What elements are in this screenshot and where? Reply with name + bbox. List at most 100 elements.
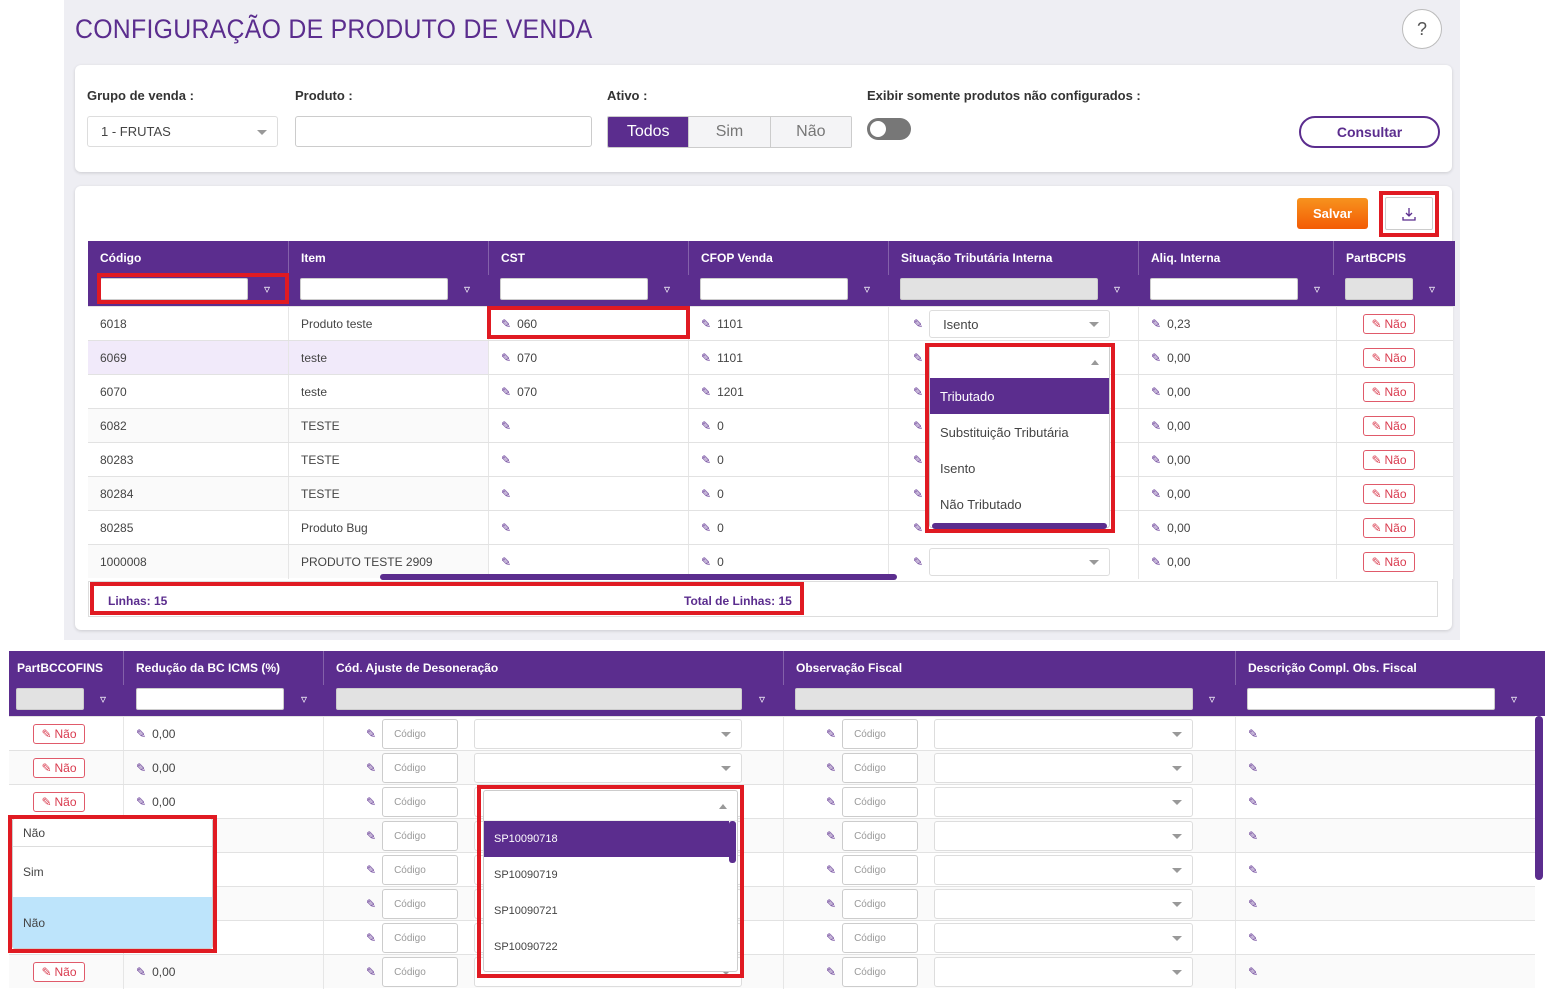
pencil-icon[interactable]: ✎ [1151,453,1161,467]
cell-cst[interactable]: ✎ [488,443,688,477]
cell-reducao[interactable]: ✎ 0,00 [123,955,323,989]
col-reducao[interactable]: Redução da BC ICMS (%) [123,651,323,685]
pencil-icon[interactable]: ✎ [1151,317,1161,331]
pencil-icon[interactable]: ✎ [826,761,836,775]
ajuste-select[interactable] [474,753,743,783]
cell-descricao[interactable]: ✎ [1235,751,1535,785]
cell-cst[interactable]: ✎ 060 [488,307,688,341]
partbcpis-button[interactable]: ✎ Não [1363,518,1415,538]
cell-aliq[interactable]: ✎ 0,00 [1138,443,1338,477]
pencil-icon[interactable]: ✎ [366,863,376,877]
exibir-toggle[interactable] [867,118,911,140]
pencil-icon[interactable]: ✎ [366,931,376,945]
partbcpis-button[interactable]: ✎ Não [1363,382,1415,402]
pencil-icon[interactable]: ✎ [701,351,711,365]
filter-icon[interactable]: ▿ [297,692,311,706]
pencil-icon[interactable]: ✎ [826,795,836,809]
ajuste-codigo-input[interactable]: Código [382,923,459,953]
vertical-scrollbar[interactable] [1535,716,1543,880]
dropdown-scrollbar[interactable] [729,821,736,863]
partbcpis-button[interactable]: ✎ Não [1363,314,1415,334]
observacao-codigo-input[interactable]: Código [842,787,919,817]
pencil-icon[interactable]: ✎ [826,931,836,945]
pencil-icon[interactable]: ✎ [501,453,511,467]
pencil-icon[interactable]: ✎ [701,555,711,569]
partbccofins-button[interactable]: ✎ Não [33,724,85,744]
ajuste-option[interactable]: SP10090718 [484,821,729,857]
pencil-icon[interactable]: ✎ [913,555,923,569]
filter-icon[interactable]: ▿ [1205,692,1219,706]
pencil-icon[interactable]: ✎ [1248,863,1258,877]
dropdown-scrollbar[interactable] [932,523,1107,529]
situacao-select[interactable] [929,548,1111,576]
observacao-codigo-input[interactable]: Código [842,889,919,919]
ajuste-option[interactable]: SP10090719 [484,857,737,893]
col-codigo[interactable]: Código [88,241,288,275]
cell-descricao[interactable]: ✎ [1235,819,1535,853]
pencil-icon[interactable]: ✎ [826,863,836,877]
situacao-option[interactable]: Tributado [930,378,1109,414]
pencil-icon[interactable]: ✎ [366,897,376,911]
col-partbccofins[interactable]: PartBCCOFINS [9,651,123,685]
pencil-icon[interactable]: ✎ [913,487,923,501]
filter-icon[interactable]: ▿ [1425,282,1439,296]
pencil-icon[interactable]: ✎ [366,965,376,979]
pencil-icon[interactable]: ✎ [701,453,711,467]
pencil-icon[interactable]: ✎ [501,419,511,433]
ajuste-codigo-input[interactable]: Código [382,855,459,885]
partbcpis-button[interactable]: ✎ Não [1363,484,1415,504]
col-item[interactable]: Item [288,241,488,275]
pencil-icon[interactable]: ✎ [501,351,511,365]
observacao-select[interactable] [934,787,1194,817]
cell-cfop[interactable]: ✎ 1101 [688,341,888,375]
observacao-select[interactable] [934,855,1194,885]
observacao-select[interactable] [934,753,1194,783]
pencil-icon[interactable]: ✎ [136,965,146,979]
observacao-select[interactable] [934,821,1194,851]
pencil-icon[interactable]: ✎ [501,385,511,399]
cell-aliq[interactable]: ✎ 0,00 [1138,545,1338,579]
pencil-icon[interactable]: ✎ [826,727,836,741]
horizontal-scrollbar[interactable] [380,574,897,580]
help-button[interactable]: ? [1402,9,1442,49]
observacao-select[interactable] [934,719,1194,749]
pencil-icon[interactable]: ✎ [366,761,376,775]
pencil-icon[interactable]: ✎ [366,727,376,741]
pencil-icon[interactable]: ✎ [501,317,511,331]
cell-descricao[interactable]: ✎ [1235,785,1535,819]
cell-descricao[interactable]: ✎ [1235,717,1535,751]
pencil-icon[interactable]: ✎ [913,351,923,365]
pencil-icon[interactable]: ✎ [826,829,836,843]
pencil-icon[interactable]: ✎ [1151,419,1161,433]
cell-reducao[interactable]: ✎ 0,00 [123,751,323,785]
pencil-icon[interactable]: ✎ [913,317,923,331]
col-partbcpis[interactable]: PartBCPIS [1333,241,1455,275]
col-cst[interactable]: CST [488,241,688,275]
cell-cfop[interactable]: ✎ 0 [688,409,888,443]
filter-icon[interactable]: ▿ [1310,282,1324,296]
filter-icon[interactable]: ▿ [860,282,874,296]
partbccofins-button[interactable]: ✎ Não [33,962,85,982]
ajuste-codigo-input[interactable]: Código [382,753,459,783]
observacao-select[interactable] [934,957,1194,987]
pencil-icon[interactable]: ✎ [1248,931,1258,945]
pencil-icon[interactable]: ✎ [136,727,146,741]
pencil-icon[interactable]: ✎ [913,385,923,399]
observacao-codigo-input[interactable]: Código [842,855,919,885]
cell-reducao[interactable]: ✎ 0,00 [123,717,323,751]
cell-cst[interactable]: ✎ [488,511,688,545]
part-select-open[interactable]: Não [13,819,212,847]
cell-cfop[interactable]: ✎ 0 [688,511,888,545]
filter-aliq[interactable] [1150,278,1298,300]
pencil-icon[interactable]: ✎ [1151,385,1161,399]
situacao-select-open[interactable] [930,346,1109,378]
cell-cfop[interactable]: ✎ 0 [688,477,888,511]
col-situacao[interactable]: Situação Tributária Interna [888,241,1138,275]
filter-partbcpis[interactable] [1345,278,1413,300]
pencil-icon[interactable]: ✎ [136,795,146,809]
ativo-todos[interactable]: Todos [608,117,689,147]
pencil-icon[interactable]: ✎ [501,555,511,569]
filter-icon[interactable]: ▿ [260,282,274,296]
pencil-icon[interactable]: ✎ [1151,555,1161,569]
download-button[interactable] [1385,197,1433,230]
